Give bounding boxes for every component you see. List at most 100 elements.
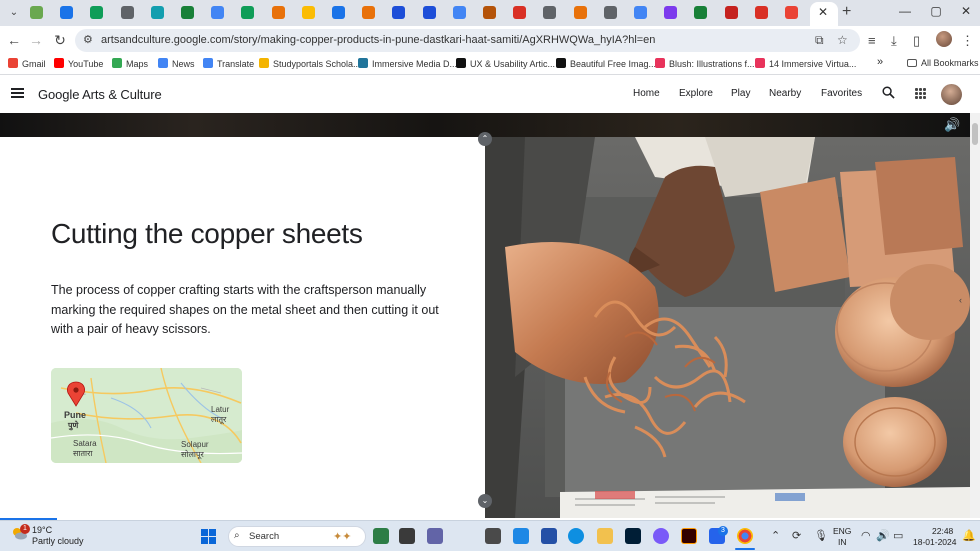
weather-temperature[interactable]: 19°C <box>32 525 52 535</box>
tab-favicon[interactable] <box>754 6 768 19</box>
tab-favicon[interactable] <box>513 6 527 19</box>
illustrator-app-icon[interactable] <box>681 528 697 544</box>
clock-time[interactable]: 22:48 <box>932 526 953 536</box>
forward-arrow-icon[interactable]: → <box>27 31 45 49</box>
tab-favicon[interactable] <box>150 6 164 19</box>
tab-favicon[interactable] <box>362 6 376 19</box>
site-logo[interactable]: Google Arts & Culture <box>38 87 162 102</box>
scrollbar-thumb[interactable] <box>972 123 978 145</box>
bookmark-item[interactable]: 14 Immersive Virtua... <box>755 58 856 69</box>
copilot-app-icon[interactable] <box>373 528 389 544</box>
chevron-left-icon[interactable]: ‹ <box>959 295 962 305</box>
tab-favicon[interactable] <box>573 6 587 19</box>
tab-favicon[interactable] <box>90 6 104 19</box>
file-explorer-icon[interactable] <box>597 528 613 544</box>
chevron-up-tray-icon[interactable]: ⌃ <box>771 529 780 542</box>
tab-favicon[interactable] <box>211 6 225 19</box>
edge-browser-icon[interactable] <box>568 528 584 544</box>
reading-list-icon[interactable]: ≡ <box>868 33 876 48</box>
tab-favicon[interactable] <box>181 6 194 19</box>
bookmark-item[interactable]: Blush: Illustrations f... <box>655 58 755 69</box>
task-view-icon[interactable] <box>399 528 415 544</box>
chrome-browser-icon[interactable] <box>737 528 753 544</box>
app-icon-purple[interactable] <box>653 528 669 544</box>
tab-favicon[interactable] <box>664 6 678 19</box>
sound-icon[interactable]: 🔊 <box>944 117 960 133</box>
battery-icon[interactable]: ▭ <box>893 529 903 542</box>
sync-icon[interactable]: ⟳ <box>792 529 801 542</box>
calculator-app-icon[interactable] <box>485 528 501 544</box>
nav-home[interactable]: Home <box>633 88 660 99</box>
tab-favicon[interactable] <box>452 6 466 19</box>
tab-favicon[interactable] <box>634 6 647 19</box>
sketch-app-icon[interactable] <box>541 528 557 544</box>
bookmark-item[interactable]: Translate <box>203 58 254 69</box>
chevron-up-icon[interactable]: ⌃ <box>478 132 492 146</box>
side-panel-icon[interactable]: ▯ <box>913 33 920 49</box>
tab-favicon[interactable] <box>120 6 134 19</box>
volume-icon[interactable]: 🔊 <box>876 529 890 542</box>
mail-app-icon[interactable] <box>513 528 529 544</box>
vertical-scrollbar[interactable] <box>970 113 980 518</box>
tab-favicon[interactable] <box>271 6 285 19</box>
site-info-icon[interactable]: ⚙ <box>83 33 93 46</box>
reload-icon[interactable]: ↻ <box>51 31 69 49</box>
bookmark-item[interactable]: News <box>158 58 195 69</box>
tab-favicon[interactable] <box>241 6 255 19</box>
close-tab-icon[interactable]: ✕ <box>818 5 828 19</box>
back-arrow-icon[interactable]: ← <box>5 31 23 49</box>
nav-nearby[interactable]: Nearby <box>769 88 801 99</box>
bookmarks-overflow-icon[interactable]: » <box>877 56 883 68</box>
search-icon[interactable] <box>882 86 895 99</box>
weather-description[interactable]: Partly cloudy <box>32 536 84 546</box>
url-text[interactable]: artsandculture.google.com/story/making-c… <box>101 34 655 46</box>
minimize-button[interactable]: — <box>890 4 920 18</box>
user-avatar[interactable] <box>941 84 962 105</box>
notifications-bell-icon[interactable]: 🔔 <box>962 529 976 542</box>
bookmark-item[interactable]: UX & Usability Artic... <box>456 58 555 69</box>
tab-favicon[interactable] <box>724 6 738 19</box>
windows-start-icon[interactable] <box>201 529 216 544</box>
hamburger-menu-icon[interactable] <box>11 88 24 98</box>
tab-favicon[interactable] <box>483 6 496 19</box>
close-window-button[interactable]: ✕ <box>951 4 980 18</box>
tab-favicon[interactable] <box>603 6 617 19</box>
teams-app-icon[interactable] <box>427 528 443 544</box>
language-indicator[interactable]: ENG <box>833 526 851 536</box>
bookmark-item[interactable]: Studyportals Schola... <box>259 58 361 69</box>
bookmark-item[interactable]: Gmail <box>8 58 46 69</box>
tab-favicon[interactable] <box>694 6 708 19</box>
bookmark-star-icon[interactable]: ☆ <box>837 33 848 47</box>
apps-grid-icon[interactable] <box>915 88 926 99</box>
tab-favicon[interactable] <box>301 6 315 19</box>
chevron-down-icon[interactable]: ⌄ <box>6 5 22 21</box>
bookmark-item[interactable]: Beautiful Free Imag... <box>556 58 656 69</box>
tab-favicon[interactable] <box>392 6 406 19</box>
nav-play[interactable]: Play <box>731 88 750 99</box>
more-menu-icon[interactable]: ⋮ <box>961 33 974 49</box>
download-icon[interactable]: ⤓ <box>891 33 897 49</box>
install-app-icon[interactable]: ⧉ <box>815 33 824 48</box>
chevron-down-scroll-icon[interactable]: ⌄ <box>478 494 492 508</box>
tab-favicon[interactable] <box>785 6 798 19</box>
microphone-icon[interactable]: 🎙 <box>814 529 828 542</box>
region-indicator[interactable]: IN <box>838 537 847 547</box>
photoshop-app-icon[interactable] <box>625 528 641 544</box>
bookmark-item[interactable]: Immersive Media D... <box>358 58 457 69</box>
nav-favorites[interactable]: Favorites <box>821 88 862 99</box>
bookmark-item[interactable]: YouTube <box>54 58 103 69</box>
tab-favicon[interactable] <box>60 6 74 19</box>
new-tab-button[interactable]: + <box>842 3 851 21</box>
tab-favicon[interactable] <box>422 6 436 19</box>
location-map[interactable]: Pune पुणे Latur लातूर Satara सातारा Sola… <box>51 368 242 463</box>
address-bar[interactable]: ⚙ artsandculture.google.com/story/making… <box>75 29 860 52</box>
maximize-button[interactable]: ▢ <box>921 4 951 18</box>
bookmark-item[interactable]: Maps <box>112 58 148 69</box>
tab-favicon[interactable] <box>543 6 557 19</box>
profile-avatar[interactable] <box>936 31 952 47</box>
nav-explore[interactable]: Explore <box>679 88 713 99</box>
clock-date[interactable]: 18-01-2024 <box>913 537 956 547</box>
tab-favicon[interactable] <box>30 6 43 19</box>
tab-favicon[interactable] <box>332 6 345 19</box>
wifi-icon[interactable]: ◠ <box>861 529 871 542</box>
